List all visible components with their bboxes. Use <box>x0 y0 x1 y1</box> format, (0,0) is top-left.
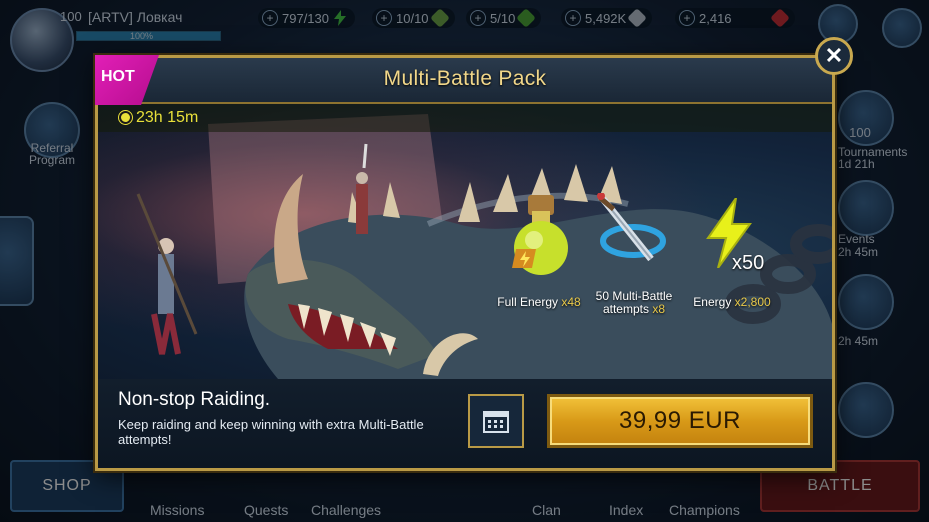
resource-value: 5/10 <box>490 10 516 26</box>
player-level: 100 <box>60 9 82 24</box>
resource-keys[interactable]: + 5/10 <box>466 8 542 28</box>
energy-potion-icon <box>512 195 568 275</box>
offer-description: Keep raiding and keep winning with extra… <box>118 417 424 447</box>
chat-button[interactable] <box>882 8 922 48</box>
nav-quests[interactable]: Quests <box>244 502 288 518</box>
reward-label-full-energy: Full Energy x48 <box>494 296 584 309</box>
tournaments-timer: 1d 21h <box>838 157 875 171</box>
side-menu-button[interactable] <box>0 216 34 306</box>
tournaments-count: 100 <box>849 125 871 140</box>
offer-timer: 23h 15m <box>136 109 199 126</box>
player-name: [ARTV] Ловкач <box>88 9 183 25</box>
nav-challenges[interactable]: Challenges <box>311 502 381 518</box>
reward-label-multi-battle: 50 Multi-Battle attempts x8 <box>586 290 682 316</box>
reward-name: Full Energy <box>497 295 558 309</box>
plus-icon[interactable]: + <box>376 10 392 26</box>
offer-info-panel: Non-stop Raiding. Keep raiding and keep … <box>98 379 832 468</box>
plus-icon[interactable]: + <box>470 10 486 26</box>
resource-value: 797/130 <box>282 10 329 26</box>
price-label: 39,99 EUR <box>619 407 741 434</box>
offer-timer-bar: 23h 15m <box>98 104 832 132</box>
battle-label: BATTLE <box>807 477 873 494</box>
resource-rubies[interactable]: + 2,416 <box>675 8 795 28</box>
reward-multiplier: x2,800 <box>734 295 771 309</box>
nav-clan[interactable]: Clan <box>532 502 561 518</box>
nav-index[interactable]: Index <box>609 502 643 518</box>
resource-energy[interactable]: + 797/130 <box>258 8 355 28</box>
buy-button[interactable]: 39,99 EUR <box>547 394 813 448</box>
events-button[interactable] <box>838 180 894 236</box>
nav-champions[interactable]: Champions <box>669 502 740 518</box>
ruby-icon <box>770 8 790 28</box>
modal-header: Multi-Battle Pack <box>98 58 832 104</box>
shop-label: SHOP <box>42 477 92 494</box>
energy-bolt-icon <box>706 198 752 268</box>
reward-label-energy: Energy x2,800 <box>682 296 782 309</box>
nav-missions[interactable]: Missions <box>150 502 204 518</box>
plus-icon[interactable]: + <box>679 10 695 26</box>
energy-icon <box>334 10 346 26</box>
resource-silver[interactable]: + 5,492K <box>561 8 653 28</box>
arena-token-icon <box>429 8 450 28</box>
hot-badge-text: HOT <box>101 68 135 85</box>
reward-multiplier: x48 <box>561 295 581 309</box>
modal-title: Multi-Battle Pack <box>383 67 547 90</box>
resource-arena-tokens[interactable]: + 10/10 <box>372 8 455 28</box>
multi-battle-sword-icon <box>597 193 666 262</box>
offer-headline: Non-stop Raiding. <box>118 389 271 410</box>
offer-schedule-button[interactable] <box>468 394 524 448</box>
reward-name: Energy <box>693 295 732 309</box>
referral-label: Referral Program <box>28 141 75 167</box>
offer-modal: Multi-Battle Pack 23h 15m HOT Full Energ… <box>95 55 835 471</box>
clock-icon <box>119 111 132 124</box>
event-banner-button[interactable] <box>838 274 894 330</box>
event-timer: 2h 45m <box>838 334 879 348</box>
reward-multiplier: x8 <box>652 302 666 316</box>
events-timer: 2h 45m <box>838 245 879 259</box>
close-button[interactable]: ✕ <box>815 37 853 75</box>
xp-percent: 100% <box>130 31 154 41</box>
clan-boss-key-icon <box>516 8 537 28</box>
plus-icon[interactable]: + <box>565 10 581 26</box>
resource-value: 2,416 <box>699 10 732 26</box>
resource-value: 5,492K <box>585 10 627 26</box>
plus-icon[interactable]: + <box>262 10 278 26</box>
hourglass-button[interactable] <box>838 382 894 438</box>
silver-icon <box>627 8 648 28</box>
calendar-icon <box>483 411 509 433</box>
resource-value: 10/10 <box>396 10 429 26</box>
events-label: Events <box>838 232 875 246</box>
